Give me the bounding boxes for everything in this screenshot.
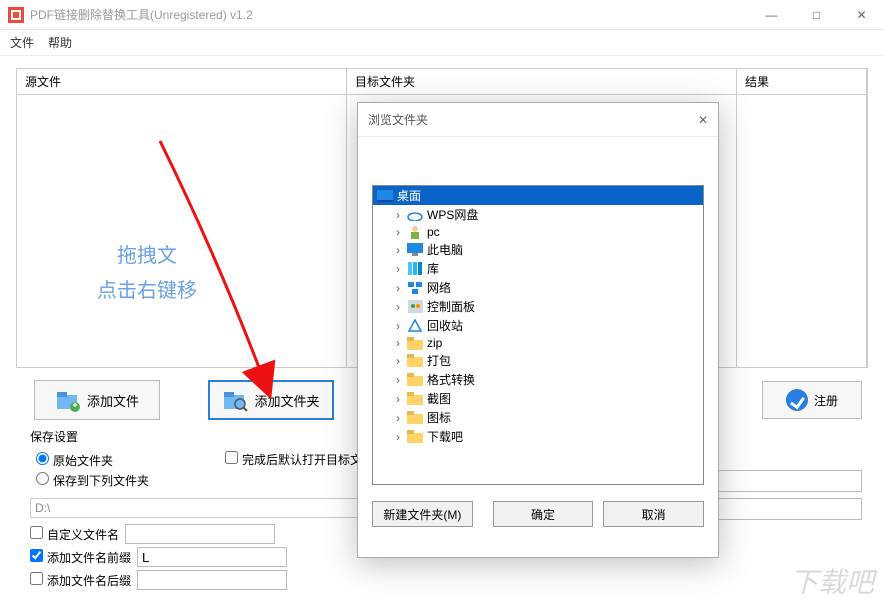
titlebar: PDF链接删除替换工具(Unregistered) v1.2 — □ ✕ [0, 0, 884, 30]
radio-original-folder[interactable]: 原始文件夹 [36, 452, 195, 469]
tree-item[interactable]: › 控制面板 [373, 297, 703, 316]
tree-item[interactable]: ›库 [373, 259, 703, 278]
tree-item[interactable]: › 网络 [373, 278, 703, 297]
add-folder-label: 添加文件夹 [254, 391, 319, 410]
tree-item-label: 格式转换 [427, 371, 475, 388]
folder-tree[interactable]: 桌面 ›WPS网盘›pc›此电脑›库›网络›控制面板›回收站›zip›打包›格式… [372, 185, 704, 485]
dialog-close-button[interactable]: ✕ [698, 113, 708, 127]
window-controls: — □ ✕ [749, 0, 884, 30]
radio-save-to-folder[interactable]: 保存到下列文件夹 [36, 472, 195, 489]
folder-search-icon [222, 387, 248, 413]
col-target: 目标文件夹 [347, 69, 736, 95]
folder-icon [407, 354, 423, 367]
minimize-button[interactable]: — [749, 0, 794, 30]
add-file-button[interactable]: 添加文件 [34, 380, 160, 420]
chk-prefix[interactable]: 添加文件名前缀 [30, 549, 131, 566]
menu-file[interactable]: 文件 [10, 34, 34, 51]
caret-icon: › [393, 411, 403, 425]
col-source: 源文件 [17, 69, 346, 95]
network-icon [407, 281, 423, 294]
folder-icon [407, 373, 423, 386]
computer-icon [407, 243, 423, 256]
desktop-icon [377, 190, 393, 202]
register-button[interactable]: 注册 [762, 381, 862, 419]
tree-item-label: 网络 [427, 279, 451, 296]
caret-icon: › [393, 243, 403, 257]
chk-open-after[interactable]: 完成后默认打开目标文件 [225, 453, 374, 467]
tree-item-label: 控制面板 [427, 298, 475, 315]
tree-item-label: zip [427, 336, 442, 350]
caret-icon: › [393, 430, 403, 444]
new-folder-button[interactable]: 新建文件夹(M) [372, 501, 473, 527]
add-file-label: 添加文件 [87, 391, 139, 410]
tree-item[interactable]: › 回收站 [373, 316, 703, 335]
tree-item[interactable]: › 格式转换 [373, 370, 703, 389]
folder-icon [407, 337, 423, 350]
tree-root-desktop[interactable]: 桌面 [373, 186, 703, 205]
caret-icon: › [393, 373, 403, 387]
tree-item[interactable]: › pc [373, 224, 703, 240]
col-result: 结果 [737, 69, 866, 95]
tree-item-label: 打包 [427, 352, 451, 369]
tree-item[interactable]: › 下载吧 [373, 427, 703, 446]
tree-item-label: 库 [427, 260, 439, 277]
tree-item[interactable]: › zip [373, 335, 703, 351]
chk-suffix[interactable]: 添加文件名后缀 [30, 572, 131, 589]
close-button[interactable]: ✕ [839, 0, 884, 30]
folder-icon [407, 392, 423, 405]
folder-plus-icon [55, 387, 81, 413]
tree-item-label: pc [427, 225, 440, 239]
app-icon [8, 7, 24, 23]
caret-icon: › [393, 319, 403, 333]
register-icon [786, 389, 808, 411]
tree-item-label: 截图 [427, 390, 451, 407]
user-icon [407, 225, 423, 239]
caret-icon: › [393, 281, 403, 295]
tree-item-label: WPS网盘 [427, 206, 478, 223]
library-icon [407, 262, 423, 275]
chk-custom-name[interactable]: 自定义文件名 [30, 526, 119, 543]
suffix-input[interactable] [137, 570, 287, 590]
dialog-title: 浏览文件夹 [368, 111, 428, 128]
window-title: PDF链接删除替换工具(Unregistered) v1.2 [30, 6, 749, 23]
maximize-button[interactable]: □ [794, 0, 839, 30]
tree-item[interactable]: › WPS网盘 [373, 205, 703, 224]
tree-item[interactable]: › 截图 [373, 389, 703, 408]
tree-item-label: 此电脑 [427, 241, 463, 258]
folder-icon [407, 430, 423, 443]
caret-icon: › [393, 300, 403, 314]
menu-help[interactable]: 帮助 [48, 34, 72, 51]
watermark: 下载吧 [780, 555, 884, 607]
drop-hint: 拖拽文 点击右键移 [97, 239, 197, 303]
prefix-input[interactable] [137, 547, 287, 567]
tree-item[interactable]: › 此电脑 [373, 240, 703, 259]
cancel-button[interactable]: 取消 [603, 501, 704, 527]
browse-folder-dialog: 浏览文件夹 ✕ 桌面 ›WPS网盘›pc›此电脑›库›网络›控制面板›回收站›z… [357, 102, 719, 558]
folder-icon [407, 411, 423, 424]
menubar: 文件 帮助 [0, 30, 884, 56]
ok-button[interactable]: 确定 [493, 501, 594, 527]
caret-icon: › [393, 336, 403, 350]
tree-item-label: 图标 [427, 409, 451, 426]
recycle-icon [407, 319, 423, 333]
tree-item-label: 回收站 [427, 317, 463, 334]
caret-icon: › [393, 354, 403, 368]
caret-icon: › [393, 208, 403, 222]
tree-item-label: 下载吧 [427, 428, 463, 445]
caret-icon: › [393, 392, 403, 406]
cloud-icon [407, 209, 423, 221]
add-folder-button[interactable]: 添加文件夹 [208, 380, 334, 420]
tree-item[interactable]: › 打包 [373, 351, 703, 370]
caret-icon: › [393, 262, 403, 276]
custom-name-input[interactable] [125, 524, 275, 544]
caret-icon: › [393, 225, 403, 239]
cpanel-icon [407, 300, 423, 313]
save-path-input[interactable]: D:\ [30, 498, 360, 518]
tree-item[interactable]: › 图标 [373, 408, 703, 427]
